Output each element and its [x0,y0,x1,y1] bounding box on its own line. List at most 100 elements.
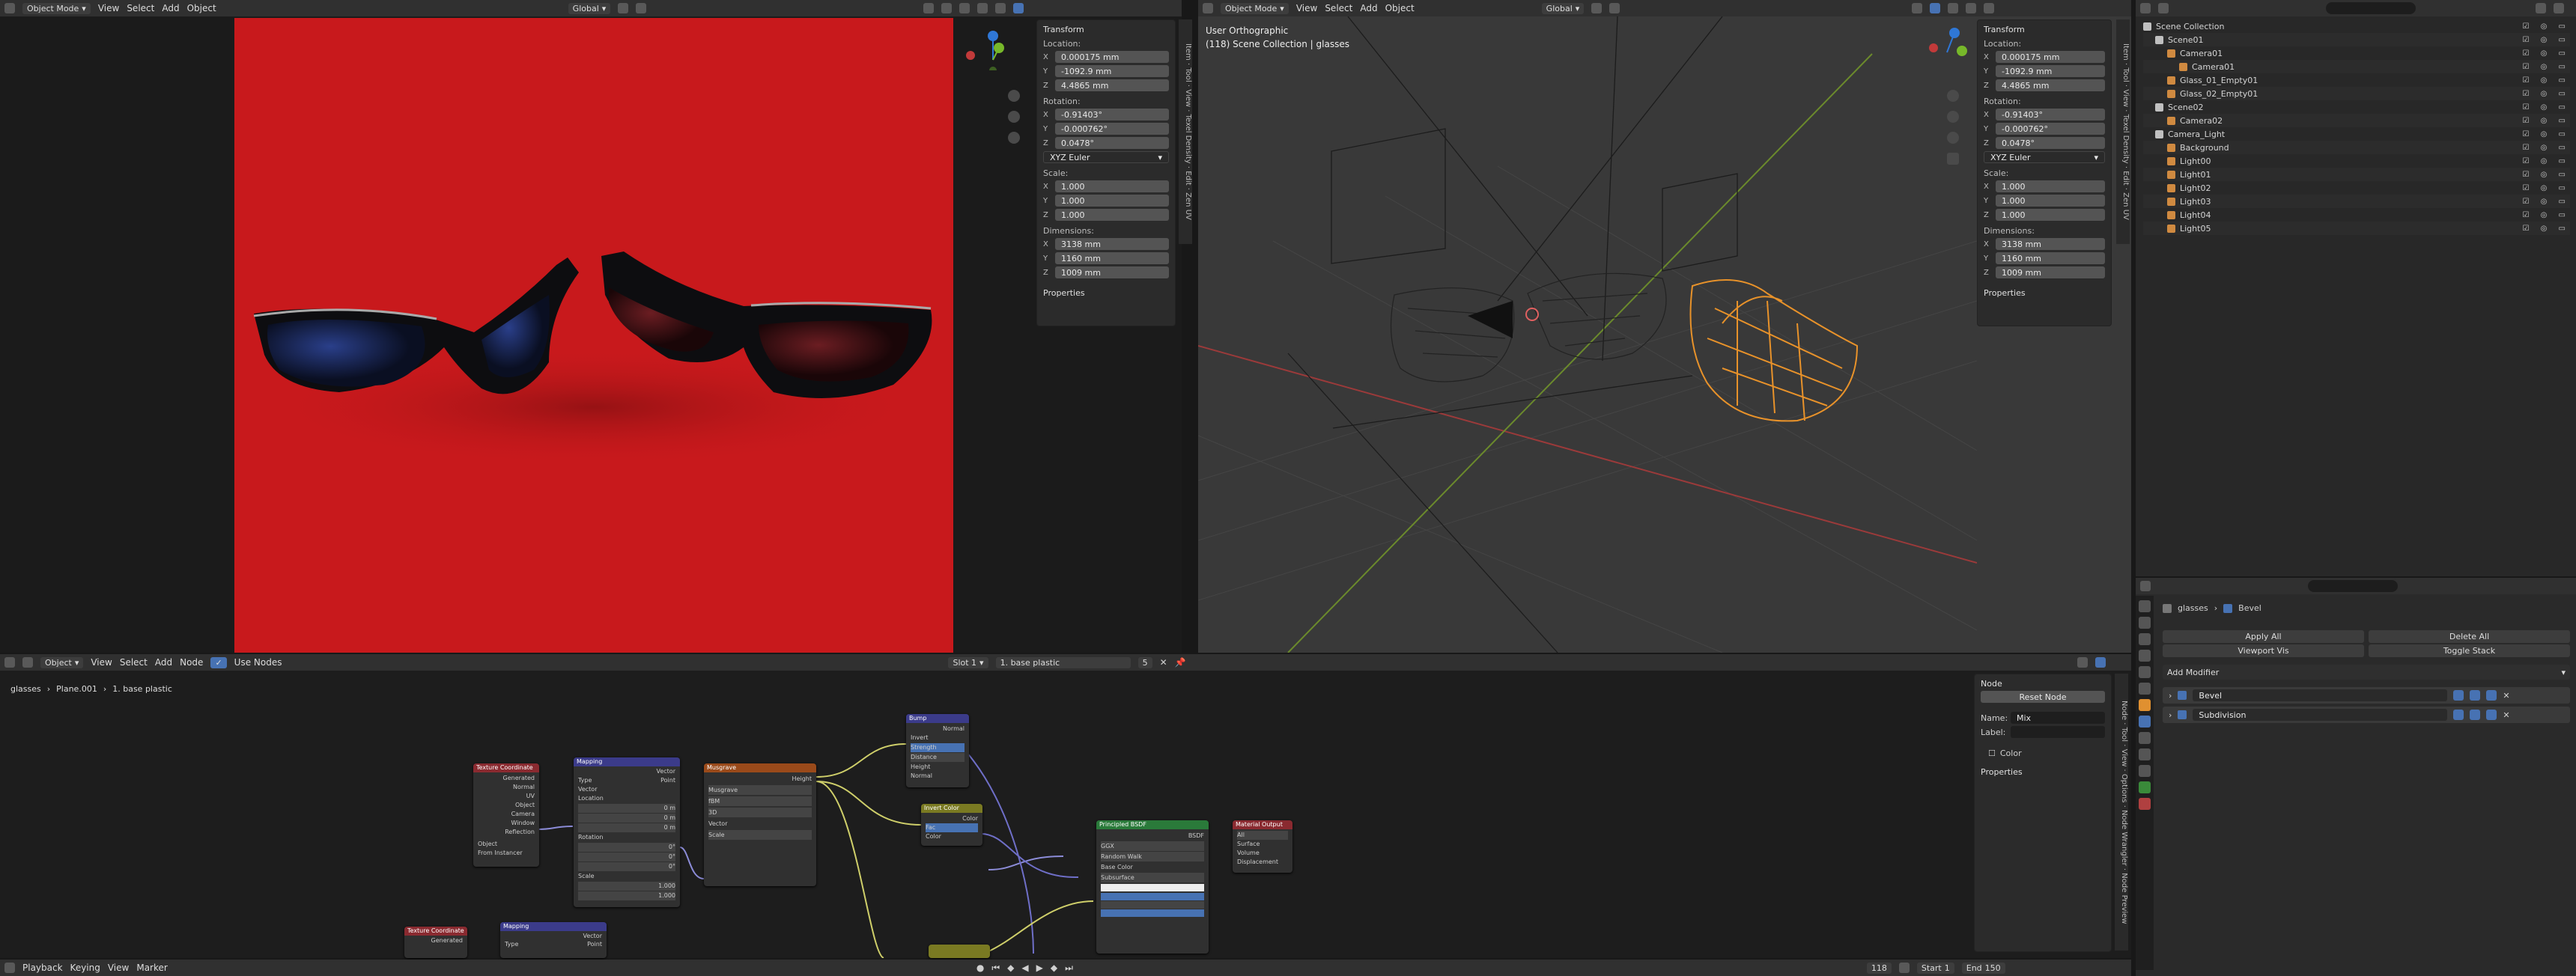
overlay-icon[interactable] [2094,657,2106,668]
proportional-icon[interactable] [1609,3,1620,13]
close-icon[interactable]: ✕ [2503,710,2509,720]
menu-marker[interactable]: Marker [136,963,167,973]
world-tab-icon[interactable] [2139,683,2151,695]
tab-zen-uv[interactable]: Zen UV [1184,192,1192,220]
location-z-field[interactable]: 4.4865 mm [1055,79,1169,91]
visibility-toggles[interactable]: ☑ ◎ ▭ [2523,225,2571,233]
view-layer-tab-icon[interactable] [2139,650,2151,662]
shading-material-icon[interactable] [1984,3,1995,13]
shading-material-icon[interactable] [995,3,1006,13]
rotation-y-field[interactable]: -0.000762° [1055,123,1169,135]
start-frame-field[interactable]: Start 1 [1916,962,1954,974]
material-tab-icon[interactable] [2139,798,2151,810]
menu-add[interactable]: Add [162,3,179,13]
tab-edit[interactable]: Edit [1184,171,1192,185]
properties-subpanel[interactable]: Properties [1984,288,2105,298]
reset-node-button[interactable]: Reset Node [1981,691,2105,703]
zoom-icon[interactable] [1008,90,1020,102]
menu-object[interactable]: Object [187,3,216,13]
data-tab-icon[interactable] [2139,781,2151,793]
play-reverse-icon[interactable]: ◀ [1021,963,1028,973]
physics-tab-icon[interactable] [2139,748,2151,760]
zoom-icon[interactable] [1947,90,1959,102]
viewport-toggle-icon[interactable] [2470,710,2481,720]
node-texture-coordinate[interactable]: Texture Coordinate Generated Normal UV Obje… [473,763,539,867]
tab-view[interactable]: View [2120,748,2128,766]
color-checkbox[interactable]: ☐ [1988,748,1996,758]
location-x-field[interactable]: 0.000175 mm [1055,51,1169,63]
location-z-field[interactable]: 4.4865 mm [1996,79,2105,91]
gizmo-icon[interactable] [923,3,935,13]
rotation-x-field[interactable]: -0.91403° [1996,109,2105,121]
render-toggle-icon[interactable] [2486,710,2497,720]
node-name-field[interactable]: Mix [2011,712,2105,724]
add-modifier-button[interactable]: Add Modifier ▾ [2163,665,2570,680]
render-toggle-icon[interactable] [2486,690,2497,701]
menu-keying[interactable]: Keying [70,963,100,973]
visibility-toggles[interactable]: ☑ ◎ ▭ [2523,198,2571,206]
record-icon[interactable]: ● [976,963,984,973]
mode-dropdown[interactable]: Object Mode ▾ [22,2,91,14]
rotation-z-field[interactable]: 0.0478° [1055,137,1169,149]
menu-playback[interactable]: Playback [22,963,63,973]
visibility-toggles[interactable]: ☑ ◎ ▭ [2523,76,2571,85]
delete-all-button[interactable]: Delete All [2369,630,2570,643]
outliner-item[interactable]: Scene Collection ☑ ◎ ▭ [2143,19,2570,33]
tab-options[interactable]: Options [2120,774,2128,803]
snap-icon[interactable] [1591,3,1603,13]
search-input[interactable] [2326,2,2416,14]
dimensions-z-field[interactable]: 1009 mm [1055,266,1169,278]
tab-node-wrangler[interactable]: Node Wrangler [2120,810,2128,866]
xray-icon[interactable] [959,3,970,13]
tab-texel-density[interactable]: Texel Density [2121,115,2130,164]
modifier-tab-icon[interactable] [2139,716,2151,728]
visibility-toggles[interactable]: ☑ ◎ ▭ [2523,103,2571,112]
scale-z-field[interactable]: 1.000 [1996,209,2105,221]
output-tab-icon[interactable] [2139,633,2151,645]
node-collapsed[interactable] [929,945,990,958]
scale-x-field[interactable]: 1.000 [1996,180,2105,192]
visibility-toggles[interactable]: ☑ ◎ ▭ [2523,117,2571,125]
constraints-tab-icon[interactable] [2139,765,2151,777]
visibility-toggles[interactable]: ☑ ◎ ▭ [2523,157,2571,165]
filter-icon[interactable] [2536,3,2546,13]
dimensions-x-field[interactable]: 3138 mm [1055,238,1169,250]
dimensions-y-field[interactable]: 1160 mm [1055,252,1169,264]
visibility-toggles[interactable]: ☑ ◎ ▭ [2523,144,2571,152]
subdivision-name-field[interactable]: Subdivision [2193,709,2448,721]
pan-icon[interactable] [1008,111,1020,123]
outliner-item[interactable]: Light03 ☑ ◎ ▭ [2143,195,2570,208]
color-subpanel[interactable]: Color [2000,748,2022,758]
node-panel-title[interactable]: Node [1981,679,2105,689]
location-x-field[interactable]: 0.000175 mm [1996,51,2105,63]
mode-dropdown[interactable]: Object Mode ▾ [1221,2,1289,14]
editmode-toggle-icon[interactable] [2453,710,2464,720]
tab-tool[interactable]: Tool [1184,67,1192,82]
jump-start-icon[interactable]: ⏮ [991,963,1000,974]
scene-tab-icon[interactable] [2139,666,2151,678]
visibility-toggles[interactable]: ☑ ◎ ▭ [2523,22,2571,31]
tab-item[interactable]: Item [2121,43,2130,61]
shading-wire-icon[interactable] [1948,3,1959,13]
camera-view-icon[interactable] [1008,132,1020,144]
overlay-icon[interactable] [941,3,953,13]
node-material-output[interactable]: Material Output All Surface Volume Displ… [1233,820,1292,873]
visibility-toggles[interactable]: ☑ ◎ ▭ [2523,63,2571,71]
camera-view-icon[interactable] [1947,132,1959,144]
modifier-subdivision[interactable]: › Subdivision ✕ [2163,707,2570,723]
visibility-toggles[interactable]: ☑ ◎ ▭ [2523,90,2571,98]
scale-y-field[interactable]: 1.000 [1996,195,2105,207]
rotation-mode-dropdown[interactable]: XYZ Euler ▾ [1043,151,1169,163]
prev-key-icon[interactable]: ◆ [1007,963,1014,973]
outliner-item[interactable]: Camera_Light ☑ ◎ ▭ [2143,127,2570,141]
overlay-icon[interactable] [1912,3,1923,13]
proportional-icon[interactable] [636,3,647,13]
toggle-stack-button[interactable]: Toggle Stack [2369,644,2570,657]
xray-icon[interactable] [1930,3,1941,13]
tab-node-preview[interactable]: Node Preview [2120,873,2128,924]
next-key-icon[interactable]: ◆ [1051,963,1057,973]
close-icon[interactable]: ✕ [2503,691,2509,701]
jump-end-icon[interactable]: ⏭ [1065,963,1073,974]
new-collection-icon[interactable] [2554,3,2564,13]
dimensions-x-field[interactable]: 3138 mm [1996,238,2105,250]
